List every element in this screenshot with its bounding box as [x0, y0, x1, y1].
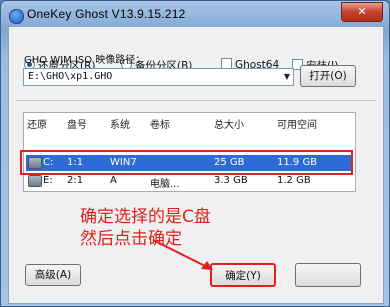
annotation-arrow-icon	[152, 239, 213, 270]
cell-total: 3.3 GB	[214, 175, 248, 186]
image-path-label: GHO WIM ISO 映像路径：	[24, 55, 146, 66]
annotation-line-1: 确定选择的是C盘	[80, 207, 211, 227]
close-button[interactable]: ✕	[341, 2, 383, 22]
image-path-combobox[interactable]: E:\GHO\xp1.GHO ▼	[23, 68, 294, 86]
cell-free: 1.2 GB	[277, 175, 311, 186]
cell-drive: E:	[43, 175, 53, 186]
window-title: OneKey Ghost V13.9.15.212	[27, 7, 186, 21]
col-header-system: 系统	[110, 120, 130, 131]
image-path-value: E:\GHO\xp1.GHO	[28, 71, 113, 82]
cell-system: A	[110, 175, 117, 186]
title-bar: OneKey Ghost V13.9.15.212 ✕	[1, 1, 389, 29]
cancel-button[interactable]	[295, 263, 361, 287]
chevron-down-icon[interactable]: ▼	[284, 72, 290, 81]
col-header-total: 总大小	[214, 120, 244, 131]
table-row-e[interactable]: E: 2:1 A 电脑... 3.3 GB 1.2 GB	[26, 173, 353, 190]
col-header-label: 卷标	[150, 120, 170, 131]
separator	[16, 100, 376, 101]
col-header-restore: 还原	[27, 120, 47, 131]
app-icon	[9, 9, 24, 24]
hard-disk-icon	[28, 175, 42, 187]
onekey-ghost-window: OneKey Ghost V13.9.15.212 ✕ 还原分区(R) 备份分区…	[0, 0, 390, 307]
cell-label: 电脑...	[150, 179, 180, 190]
advanced-button[interactable]: 高级(A)	[25, 264, 81, 286]
cell-num: 2:1	[67, 175, 84, 186]
col-header-disk: 盘号	[67, 120, 87, 131]
open-button[interactable]: 打开(O)	[300, 65, 356, 87]
col-header-free: 可用空间	[277, 120, 317, 131]
selection-highlight-box	[20, 150, 353, 175]
